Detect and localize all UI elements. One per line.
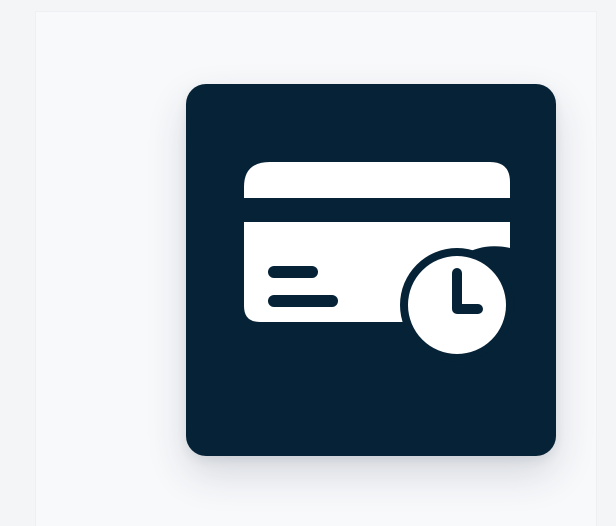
- card-line-short-icon: [268, 266, 318, 278]
- icon-preview-panel: [36, 12, 596, 526]
- credit-card-clock-icon: [186, 84, 556, 456]
- card-line-long-icon: [268, 295, 338, 307]
- app-icon-tile: [186, 84, 556, 456]
- card-stripe-icon: [244, 198, 510, 222]
